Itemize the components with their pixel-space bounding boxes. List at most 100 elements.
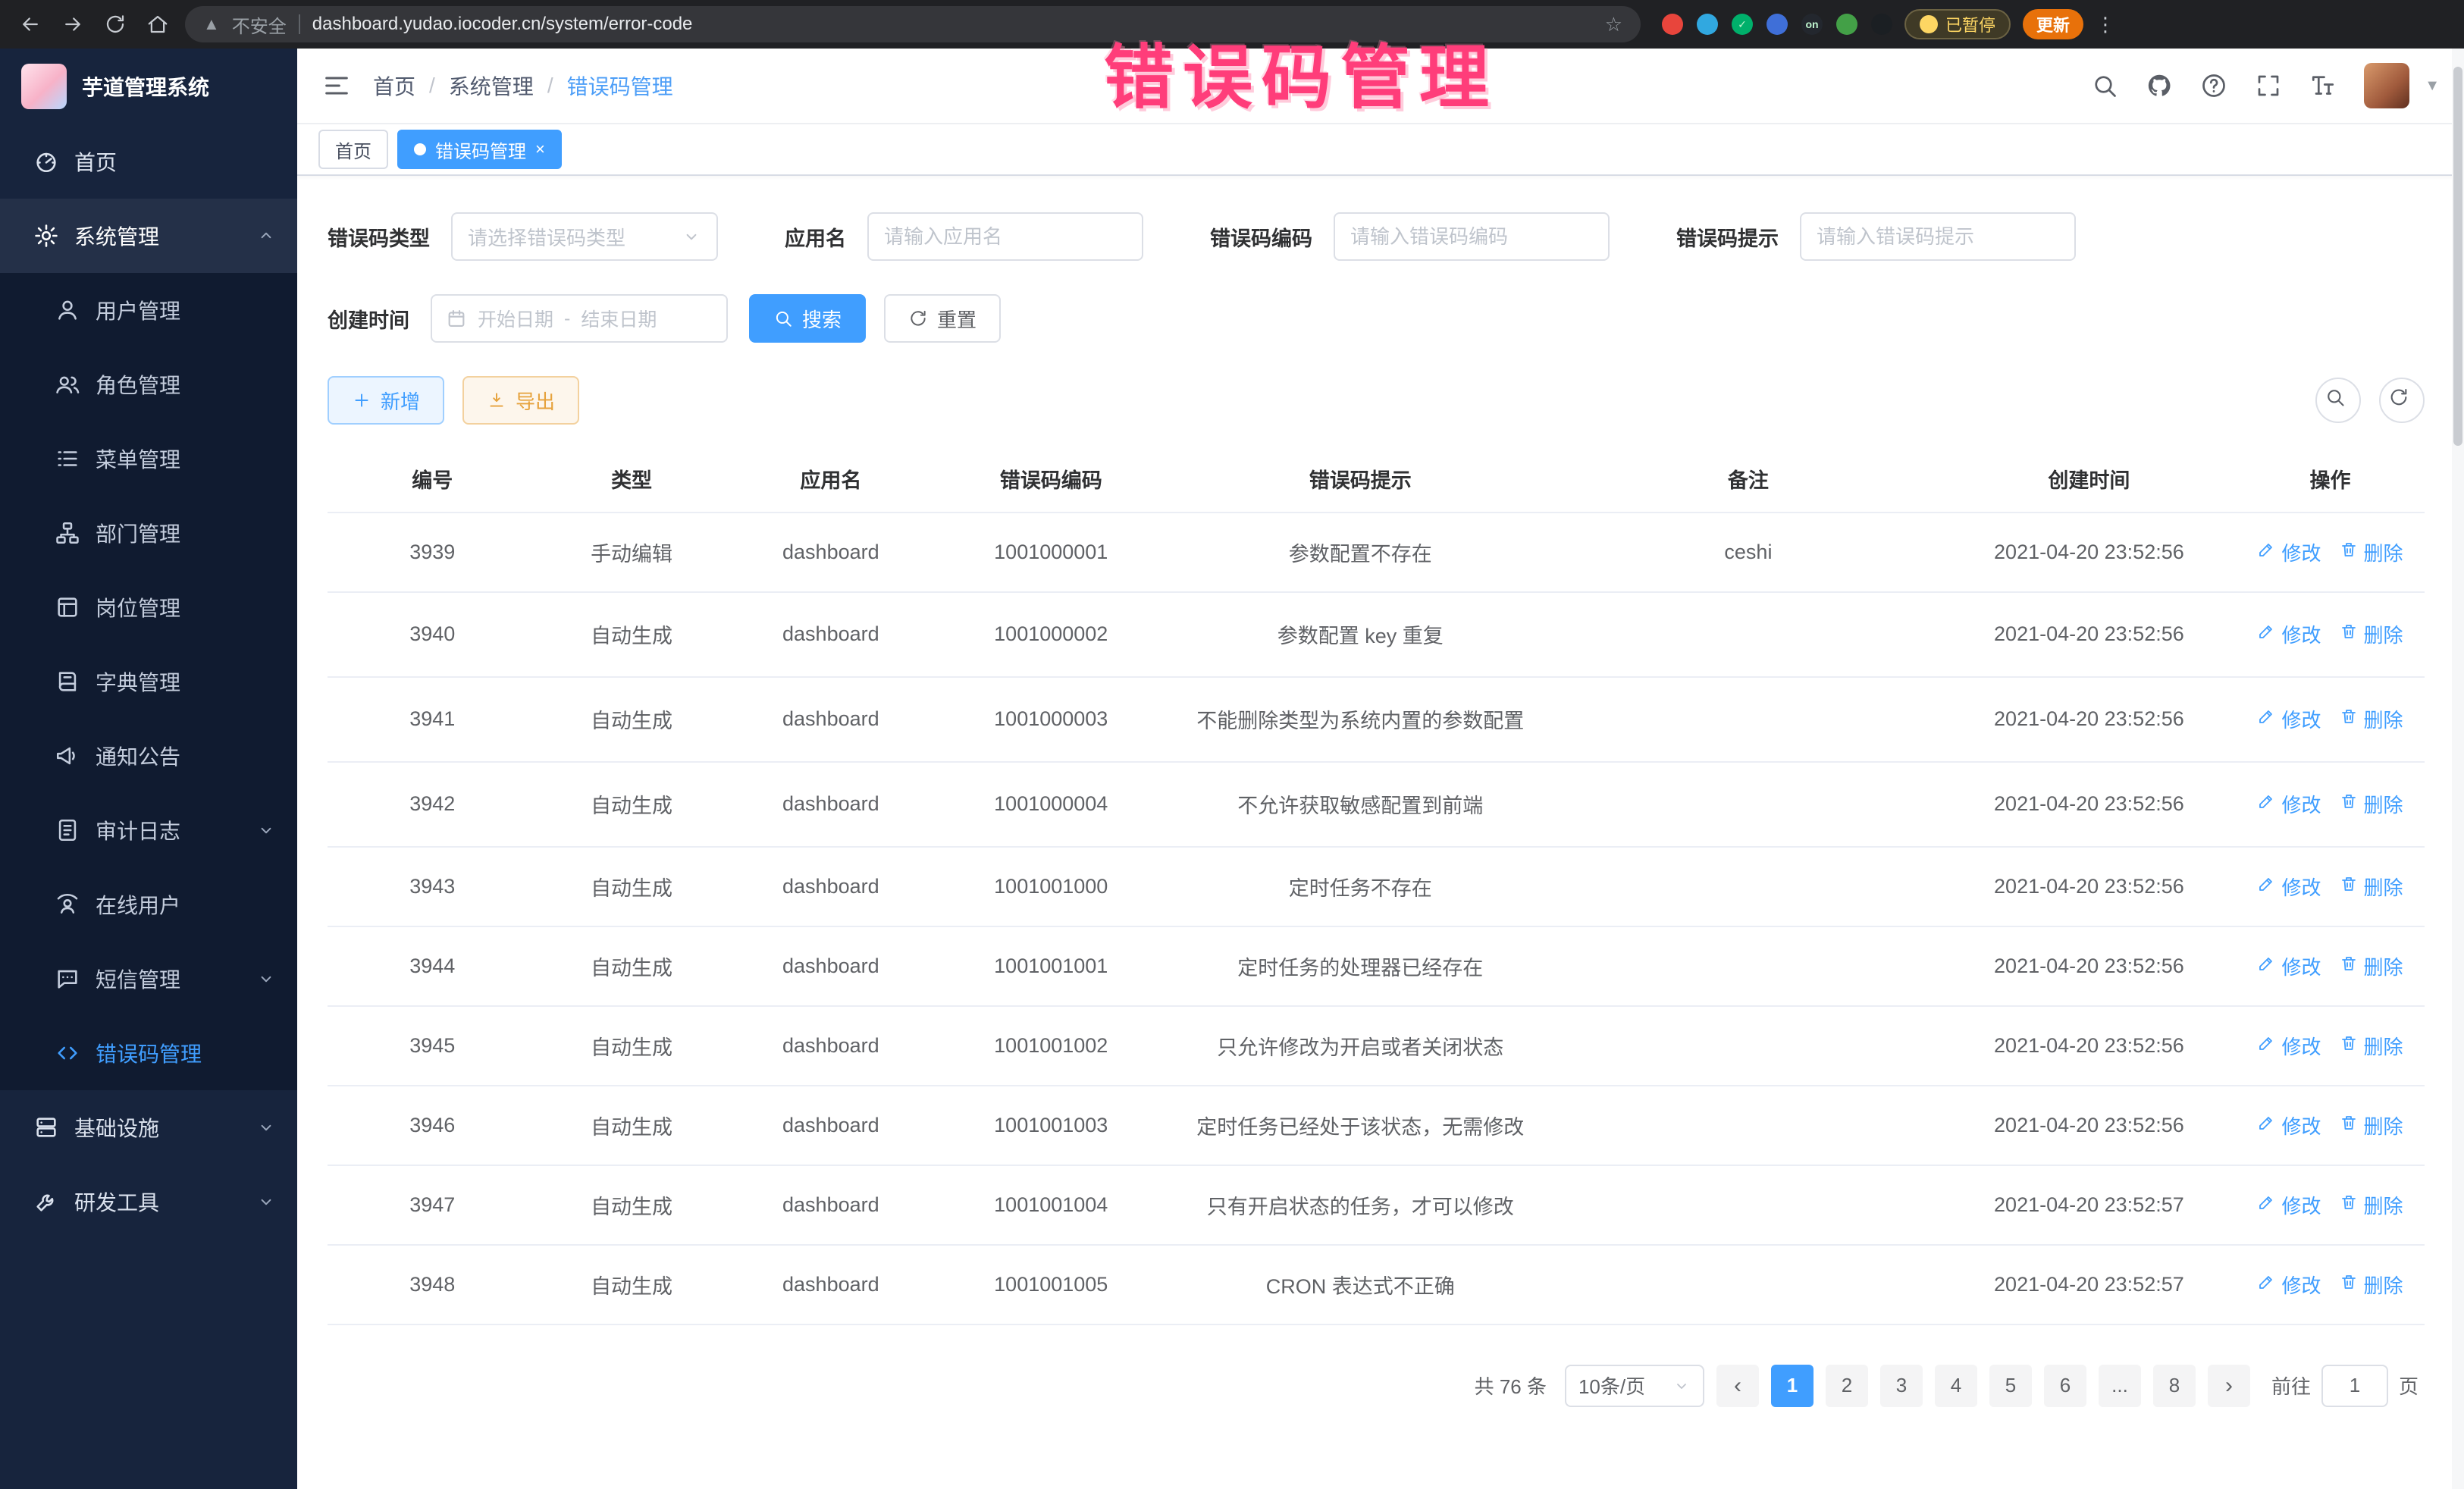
delete-link[interactable]: 删除 (2340, 705, 2403, 733)
row-id: 3945 (328, 1006, 538, 1086)
edit-link[interactable]: 修改 (2257, 873, 2321, 901)
page-button-5[interactable]: 5 (1989, 1365, 2032, 1407)
sidebar-item-8[interactable]: 通知公告 (0, 719, 297, 793)
edit-link[interactable]: 修改 (2257, 952, 2321, 980)
breadcrumb-current: 错误码管理 (567, 71, 673, 101)
edit-link[interactable]: 修改 (2257, 1111, 2321, 1139)
extension-check-green-icon[interactable]: ✓ (1732, 14, 1753, 35)
edit-link[interactable]: 修改 (2257, 705, 2321, 733)
page-button-4[interactable]: 4 (1935, 1365, 1977, 1407)
sidebar-item-11[interactable]: 短信管理 (0, 942, 297, 1016)
next-page-button[interactable]: › (2208, 1365, 2250, 1407)
sidebar-item-2[interactable]: 用户管理 (0, 273, 297, 347)
sidebar-toggle-icon[interactable] (321, 71, 352, 101)
reload-icon[interactable] (100, 9, 130, 39)
tab-close-icon[interactable]: × (535, 139, 545, 159)
github-icon[interactable] (2146, 72, 2173, 99)
chevron-down-icon (256, 820, 276, 840)
error-type-select[interactable]: 请选择错误码类型 (451, 212, 718, 261)
home-icon[interactable] (143, 9, 173, 39)
page-button-8[interactable]: 8 (2153, 1365, 2196, 1407)
row-remark (1554, 1245, 1942, 1324)
chevron-down-icon (256, 969, 276, 989)
sidebar-item-12[interactable]: 错误码管理 (0, 1016, 297, 1090)
page-scrollbar[interactable] (2452, 49, 2464, 1489)
date-range-picker[interactable]: 开始日期 - 结束日期 (431, 294, 728, 343)
page-button-3[interactable]: 3 (1880, 1365, 1923, 1407)
search-button[interactable]: 搜索 (749, 294, 866, 343)
breadcrumb-home[interactable]: 首页 (373, 71, 415, 101)
delete-link[interactable]: 删除 (2340, 1271, 2403, 1299)
edit-link[interactable]: 修改 (2257, 1271, 2321, 1299)
delete-link[interactable]: 删除 (2340, 1191, 2403, 1219)
update-button[interactable]: 更新 (2023, 9, 2083, 39)
page-button-1[interactable]: 1 (1771, 1365, 1814, 1407)
tab-error-code[interactable]: 错误码管理 × (397, 130, 562, 169)
sidebar-item-7[interactable]: 字典管理 (0, 644, 297, 719)
sidebar-item-5[interactable]: 部门管理 (0, 496, 297, 570)
delete-link[interactable]: 删除 (2340, 538, 2403, 566)
edit-link[interactable]: 修改 (2257, 538, 2321, 566)
error-hint-input[interactable] (1800, 212, 2076, 261)
sidebar-item-3[interactable]: 角色管理 (0, 347, 297, 422)
user-avatar[interactable] (2364, 63, 2409, 108)
export-button[interactable]: 导出 (462, 376, 579, 425)
page-button-6[interactable]: 6 (2044, 1365, 2086, 1407)
breadcrumb: 首页 / 系统管理 / 错误码管理 (373, 71, 673, 101)
scrollbar-thumb[interactable] (2453, 67, 2462, 446)
show-search-button[interactable] (2315, 378, 2361, 423)
sidebar-item-10[interactable]: 在线用户 (0, 867, 297, 942)
sidebar-item-9[interactable]: 审计日志 (0, 793, 297, 867)
question-icon[interactable] (2200, 72, 2227, 99)
reset-button[interactable]: 重置 (884, 294, 1001, 343)
back-icon[interactable] (15, 9, 45, 39)
breadcrumb-system[interactable]: 系统管理 (449, 71, 534, 101)
forward-icon[interactable] (58, 9, 88, 39)
sidebar-item-13[interactable]: 基础设施 (0, 1090, 297, 1165)
table-header-row: 编号类型应用名错误码编码错误码提示备注创建时间操作 (328, 446, 2425, 513)
extension-switch-dark-icon[interactable]: on (1801, 14, 1823, 35)
search-icon[interactable] (2091, 72, 2118, 99)
tab-home[interactable]: 首页 (318, 130, 388, 169)
fullscreen-icon[interactable] (2255, 72, 2282, 99)
profile-paused-badge[interactable]: 已暂停 (1904, 9, 2011, 39)
delete-link[interactable]: 删除 (2340, 1032, 2403, 1060)
browser-menu-icon[interactable]: ⋮ (2096, 13, 2115, 36)
sidebar-item-1[interactable]: 系统管理 (0, 199, 297, 273)
extension-leaf-green-icon[interactable] (1836, 14, 1857, 35)
delete-link[interactable]: 删除 (2340, 952, 2403, 980)
error-code-input[interactable] (1334, 212, 1610, 261)
add-button[interactable]: 新增 (328, 376, 444, 425)
sidebar-item-6[interactable]: 岗位管理 (0, 570, 297, 644)
app-name-input[interactable] (867, 212, 1143, 261)
extension-dot-red-icon[interactable] (1662, 14, 1683, 35)
address-bar[interactable]: ▲ 不安全 dashboard.yudao.iocoder.cn/system/… (185, 6, 1641, 42)
edit-link[interactable]: 修改 (2257, 620, 2321, 648)
delete-link[interactable]: 删除 (2340, 790, 2403, 818)
row-remark: ceshi (1554, 513, 1942, 592)
page-size-select[interactable]: 10条/页 (1565, 1365, 1704, 1407)
prev-page-button[interactable]: ‹ (1716, 1365, 1759, 1407)
extension-bars-blue-icon[interactable] (1766, 14, 1788, 35)
goto-page-input[interactable] (2321, 1365, 2388, 1407)
extension-paw-dark-icon[interactable] (1871, 14, 1892, 35)
delete-link[interactable]: 删除 (2340, 873, 2403, 901)
font-size-icon[interactable] (2309, 72, 2337, 99)
row-app: dashboard (726, 1245, 936, 1324)
row-code: 1001001005 (936, 1245, 1166, 1324)
extension-drop-blue-icon[interactable] (1697, 14, 1718, 35)
sidebar-item-14[interactable]: 研发工具 (0, 1165, 297, 1239)
bookmark-star-icon[interactable]: ☆ (1605, 13, 1622, 36)
page-button-2[interactable]: 2 (1826, 1365, 1868, 1407)
edit-link[interactable]: 修改 (2257, 790, 2321, 818)
app-logo[interactable]: 芋道管理系统 (0, 49, 297, 124)
edit-link[interactable]: 修改 (2257, 1191, 2321, 1219)
delete-link[interactable]: 删除 (2340, 1111, 2403, 1139)
refresh-table-button[interactable] (2379, 378, 2425, 423)
chevron-down-icon (682, 227, 701, 246)
page-ellipsis[interactable]: ... (2099, 1365, 2141, 1407)
sidebar-item-0[interactable]: 首页 (0, 124, 297, 199)
delete-link[interactable]: 删除 (2340, 620, 2403, 648)
edit-link[interactable]: 修改 (2257, 1032, 2321, 1060)
sidebar-item-4[interactable]: 菜单管理 (0, 422, 297, 496)
